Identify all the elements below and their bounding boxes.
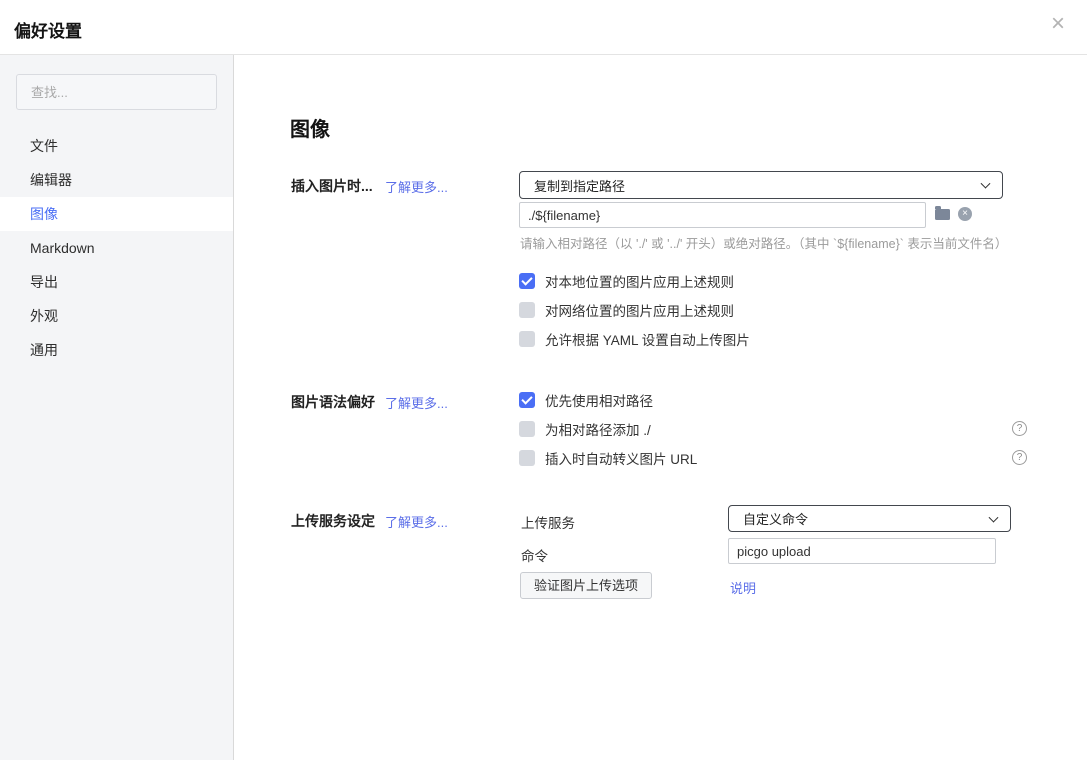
search-input[interactable] [16, 74, 217, 110]
checkbox-label: 对本地位置的图片应用上述规则 [545, 271, 734, 291]
upload-service-label: 上传服务 [521, 512, 575, 532]
chevron-down-icon [989, 512, 999, 522]
syntax-learn-more-link[interactable]: 了解更多... [385, 393, 448, 412]
sidebar-nav: 文件 编辑器 图像 Markdown 导出 外观 通用 [0, 129, 233, 367]
window-header: 偏好设置 × [0, 0, 1087, 55]
checkbox-add-dot-slash[interactable]: 为相对路径添加 ./ [519, 420, 651, 438]
sidebar-item-image[interactable]: 图像 [0, 197, 233, 231]
help-icon[interactable]: ? [1012, 450, 1027, 465]
sidebar-item-editor[interactable]: 编辑器 [0, 163, 233, 197]
window-title: 偏好设置 [14, 17, 82, 42]
checkbox-label: 优先使用相对路径 [545, 390, 653, 410]
checkbox-apply-local-images[interactable]: 对本地位置的图片应用上述规则 [519, 272, 734, 290]
insert-learn-more-link[interactable]: 了解更多... [385, 177, 448, 196]
checkbox-label: 插入时自动转义图片 URL [545, 448, 697, 468]
checkbox-label: 允许根据 YAML 设置自动上传图片 [545, 329, 750, 349]
checkbox-label: 对网络位置的图片应用上述规则 [545, 300, 734, 320]
upload-service-value: 自定义命令 [743, 509, 808, 528]
command-input[interactable] [728, 538, 996, 564]
insert-action-select[interactable]: 复制到指定路径 [519, 171, 1003, 199]
checkbox-box[interactable] [519, 450, 535, 466]
chevron-down-icon [981, 179, 991, 189]
upload-doc-link[interactable]: 说明 [730, 578, 756, 597]
checkbox-escape-image-url[interactable]: 插入时自动转义图片 URL [519, 449, 697, 467]
syntax-section-label: 图片语法偏好 [291, 392, 375, 412]
checkbox-box[interactable] [519, 392, 535, 408]
checkbox-box[interactable] [519, 302, 535, 318]
command-label: 命令 [521, 545, 548, 565]
help-icon[interactable]: ? [1012, 421, 1027, 436]
path-input[interactable] [519, 202, 926, 228]
sidebar-item-export[interactable]: 导出 [0, 265, 233, 299]
checkbox-box[interactable] [519, 273, 535, 289]
sidebar-item-markdown[interactable]: Markdown [0, 231, 233, 265]
sidebar-item-general[interactable]: 通用 [0, 333, 233, 367]
checkbox-apply-web-images[interactable]: 对网络位置的图片应用上述规则 [519, 301, 734, 319]
checkbox-yaml-auto-upload[interactable]: 允许根据 YAML 设置自动上传图片 [519, 330, 750, 348]
checkbox-box[interactable] [519, 331, 535, 347]
validate-upload-button[interactable]: 验证图片上传选项 [520, 572, 652, 599]
sidebar-item-file[interactable]: 文件 [0, 129, 233, 163]
path-hint: 请输入相对路径（以 './' 或 '../' 开头）或绝对路径。（其中 `${f… [520, 233, 1007, 252]
upload-service-select[interactable]: 自定义命令 [728, 505, 1011, 532]
insert-action-value: 复制到指定路径 [534, 176, 625, 195]
checkbox-box[interactable] [519, 421, 535, 437]
sidebar: 文件 编辑器 图像 Markdown 导出 外观 通用 [0, 55, 234, 760]
upload-section-label: 上传服务设定 [291, 511, 375, 531]
folder-icon[interactable] [935, 209, 950, 220]
main-panel: 图像 插入图片时... 了解更多... 复制到指定路径 × 请输入相对路径（以 … [235, 55, 1087, 760]
sidebar-item-appearance[interactable]: 外观 [0, 299, 233, 333]
close-icon[interactable]: × [1051, 12, 1065, 36]
clear-icon[interactable]: × [958, 207, 972, 221]
checkbox-prefer-relative-path[interactable]: 优先使用相对路径 [519, 391, 653, 409]
checkbox-label: 为相对路径添加 ./ [545, 419, 651, 439]
insert-section-label: 插入图片时... [291, 176, 373, 196]
page-title: 图像 [290, 113, 330, 142]
upload-learn-more-link[interactable]: 了解更多... [385, 512, 448, 531]
